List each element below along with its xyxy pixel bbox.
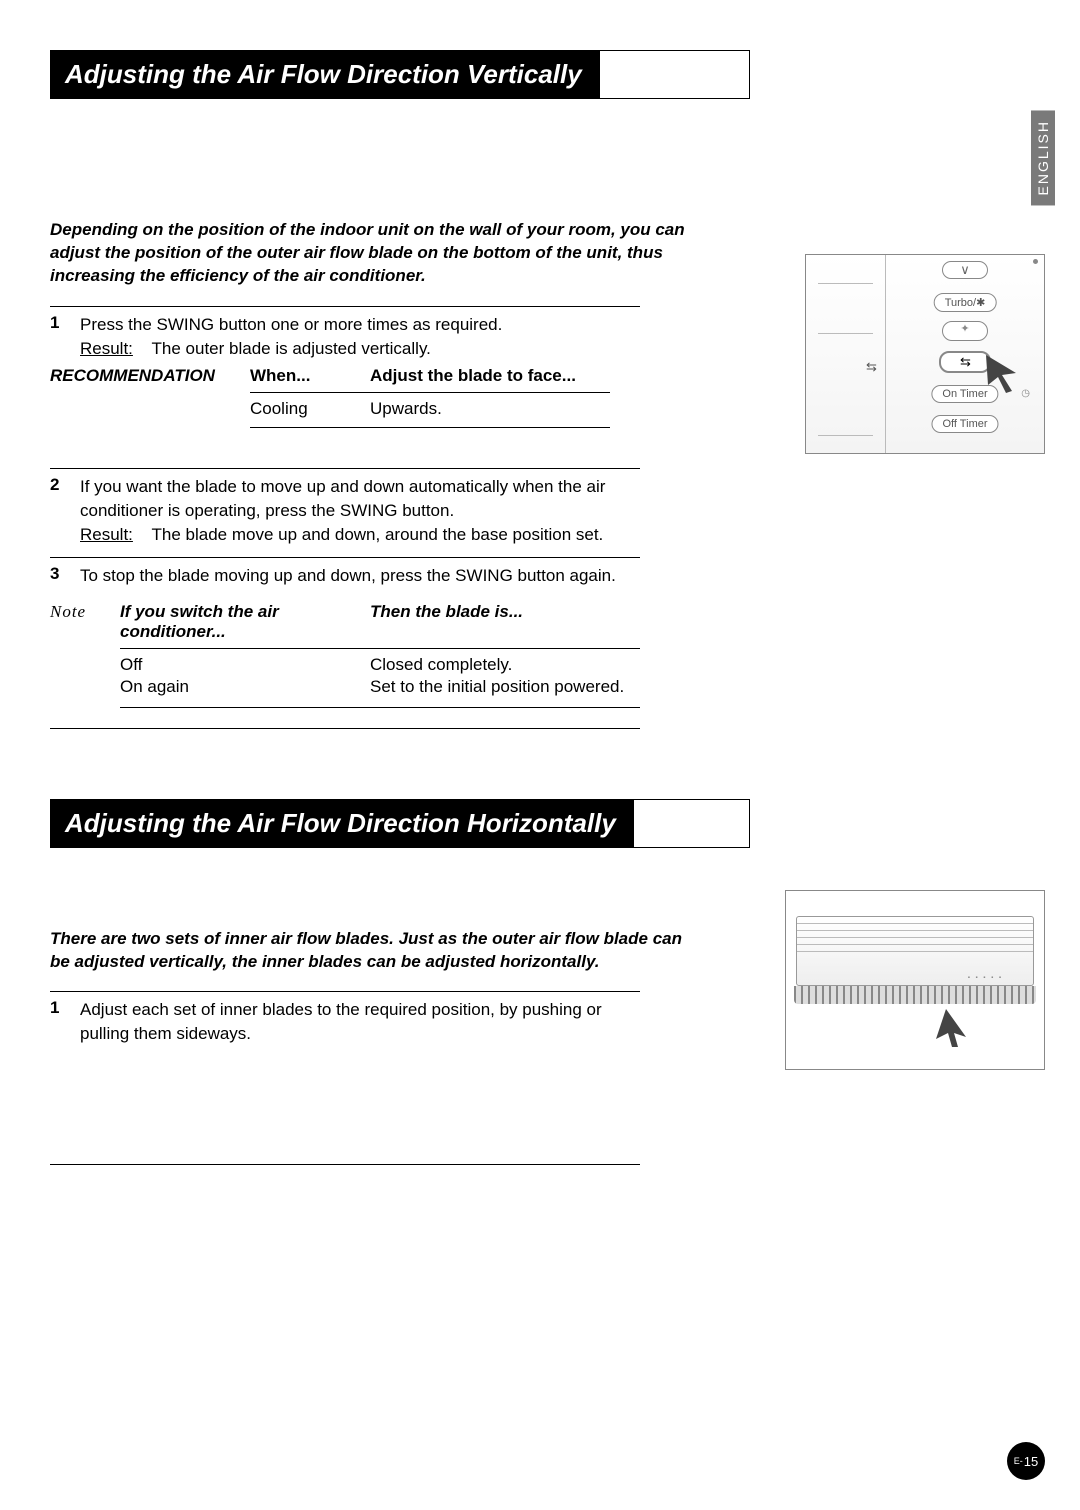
page-prefix: E- <box>1014 1456 1023 1466</box>
recommendation-row: Cooling Upwards. <box>50 399 640 419</box>
step-2-text: If you want the blade to move up and dow… <box>80 477 605 520</box>
result-text: The blade move up and down, around the b… <box>152 525 604 544</box>
fan-icon: ✱ <box>976 297 985 309</box>
note-row: On again Set to the initial position pow… <box>120 677 640 697</box>
note-c1: On again <box>120 677 370 697</box>
note-head-if: If you switch the air conditioner... <box>120 602 370 642</box>
step-2: 2 If you want the blade to move up and d… <box>50 475 640 546</box>
recommendation-when-head: When... <box>250 366 370 386</box>
pointer-cursor-icon <box>936 1009 976 1049</box>
section2-step-1-text: Adjust each set of inner blades to the r… <box>80 1000 602 1043</box>
step-number: 2 <box>50 475 80 546</box>
recommendation-label: RECOMMENDATION <box>50 366 250 386</box>
swing-left-icon: ⇄ <box>866 359 877 375</box>
turbo-button: Turbo/✱ <box>934 293 997 312</box>
section1-heading-bar: Adjusting the Air Flow Direction Vertica… <box>50 50 750 99</box>
rec-when-val: Cooling <box>250 399 370 419</box>
recommendation-header: RECOMMENDATION When... Adjust the blade … <box>50 366 640 386</box>
step-1: 1 Press the SWING button one or more tim… <box>50 313 640 361</box>
on-timer-button: On Timer <box>931 385 998 403</box>
page-number-badge: E-15 <box>1007 1442 1045 1480</box>
recommendation-adjust-head: Adjust the blade to face... <box>370 366 640 386</box>
section1-heading: Adjusting the Air Flow Direction Vertica… <box>51 51 600 98</box>
note-row: Off Closed completely. <box>120 655 640 675</box>
note-head-then: Then the blade is... <box>370 602 640 642</box>
step-number: 3 <box>50 564 80 588</box>
mode-button: ✦ <box>942 321 988 341</box>
note-header: Note If you switch the air conditioner..… <box>50 602 640 642</box>
off-timer-button: Off Timer <box>931 415 998 433</box>
remote-right-panel: ∨ Turbo/✱ ✦ ⇄ On Timer ◷ Off Timer <box>886 255 1044 453</box>
note-c2: Closed completely. <box>370 655 640 675</box>
note-c2: Set to the initial position powered. <box>370 677 640 697</box>
section2-steps: 1 Adjust each set of inner blades to the… <box>50 991 640 1165</box>
language-tab: ENGLISH <box>1031 110 1055 205</box>
step-number: 1 <box>50 998 80 1046</box>
rec-adjust-val: Upwards. <box>370 399 640 419</box>
step-1-text: Press the SWING button one or more times… <box>80 315 502 334</box>
note-label: Note <box>50 602 120 642</box>
note-c1: Off <box>120 655 370 675</box>
swing-button: ⇄ <box>939 351 991 373</box>
clock-icon: ◷ <box>1021 388 1030 399</box>
ac-unit-body: ▪ ▪ ▪ ▪ ▪ <box>796 916 1034 986</box>
ac-louver-icon <box>794 986 1036 1004</box>
section2-heading: Adjusting the Air Flow Direction Horizon… <box>51 800 634 847</box>
section2-heading-bar: Adjusting the Air Flow Direction Horizon… <box>50 799 750 848</box>
step-3-text: To stop the blade moving up and down, pr… <box>80 566 616 585</box>
section1-intro: Depending on the position of the indoor … <box>50 219 690 288</box>
section2-intro: There are two sets of inner air flow bla… <box>50 928 690 974</box>
result-text: The outer blade is adjusted vertically. <box>152 339 431 358</box>
step-number: 1 <box>50 313 80 361</box>
result-label: Result: <box>80 525 133 544</box>
section1-steps: 1 Press the SWING button one or more tim… <box>50 306 640 729</box>
ac-unit-illustration: ▪ ▪ ▪ ▪ ▪ <box>785 890 1045 1070</box>
turbo-label: Turbo/ <box>945 297 976 309</box>
page-number: 15 <box>1024 1454 1038 1469</box>
result-label: Result: <box>80 339 133 358</box>
indicator-lights-icon: ▪ ▪ ▪ ▪ ▪ <box>968 975 1003 981</box>
down-button: ∨ <box>942 261 988 279</box>
swing-icon: ⇄ <box>960 354 971 370</box>
section2-step-1: 1 Adjust each set of inner blades to the… <box>50 998 640 1046</box>
remote-illustration: ⇄ ∨ Turbo/✱ ✦ ⇄ On Timer ◷ Off Timer <box>805 254 1045 454</box>
remote-left-panel: ⇄ <box>806 255 886 453</box>
step-3: 3 To stop the blade moving up and down, … <box>50 564 640 588</box>
